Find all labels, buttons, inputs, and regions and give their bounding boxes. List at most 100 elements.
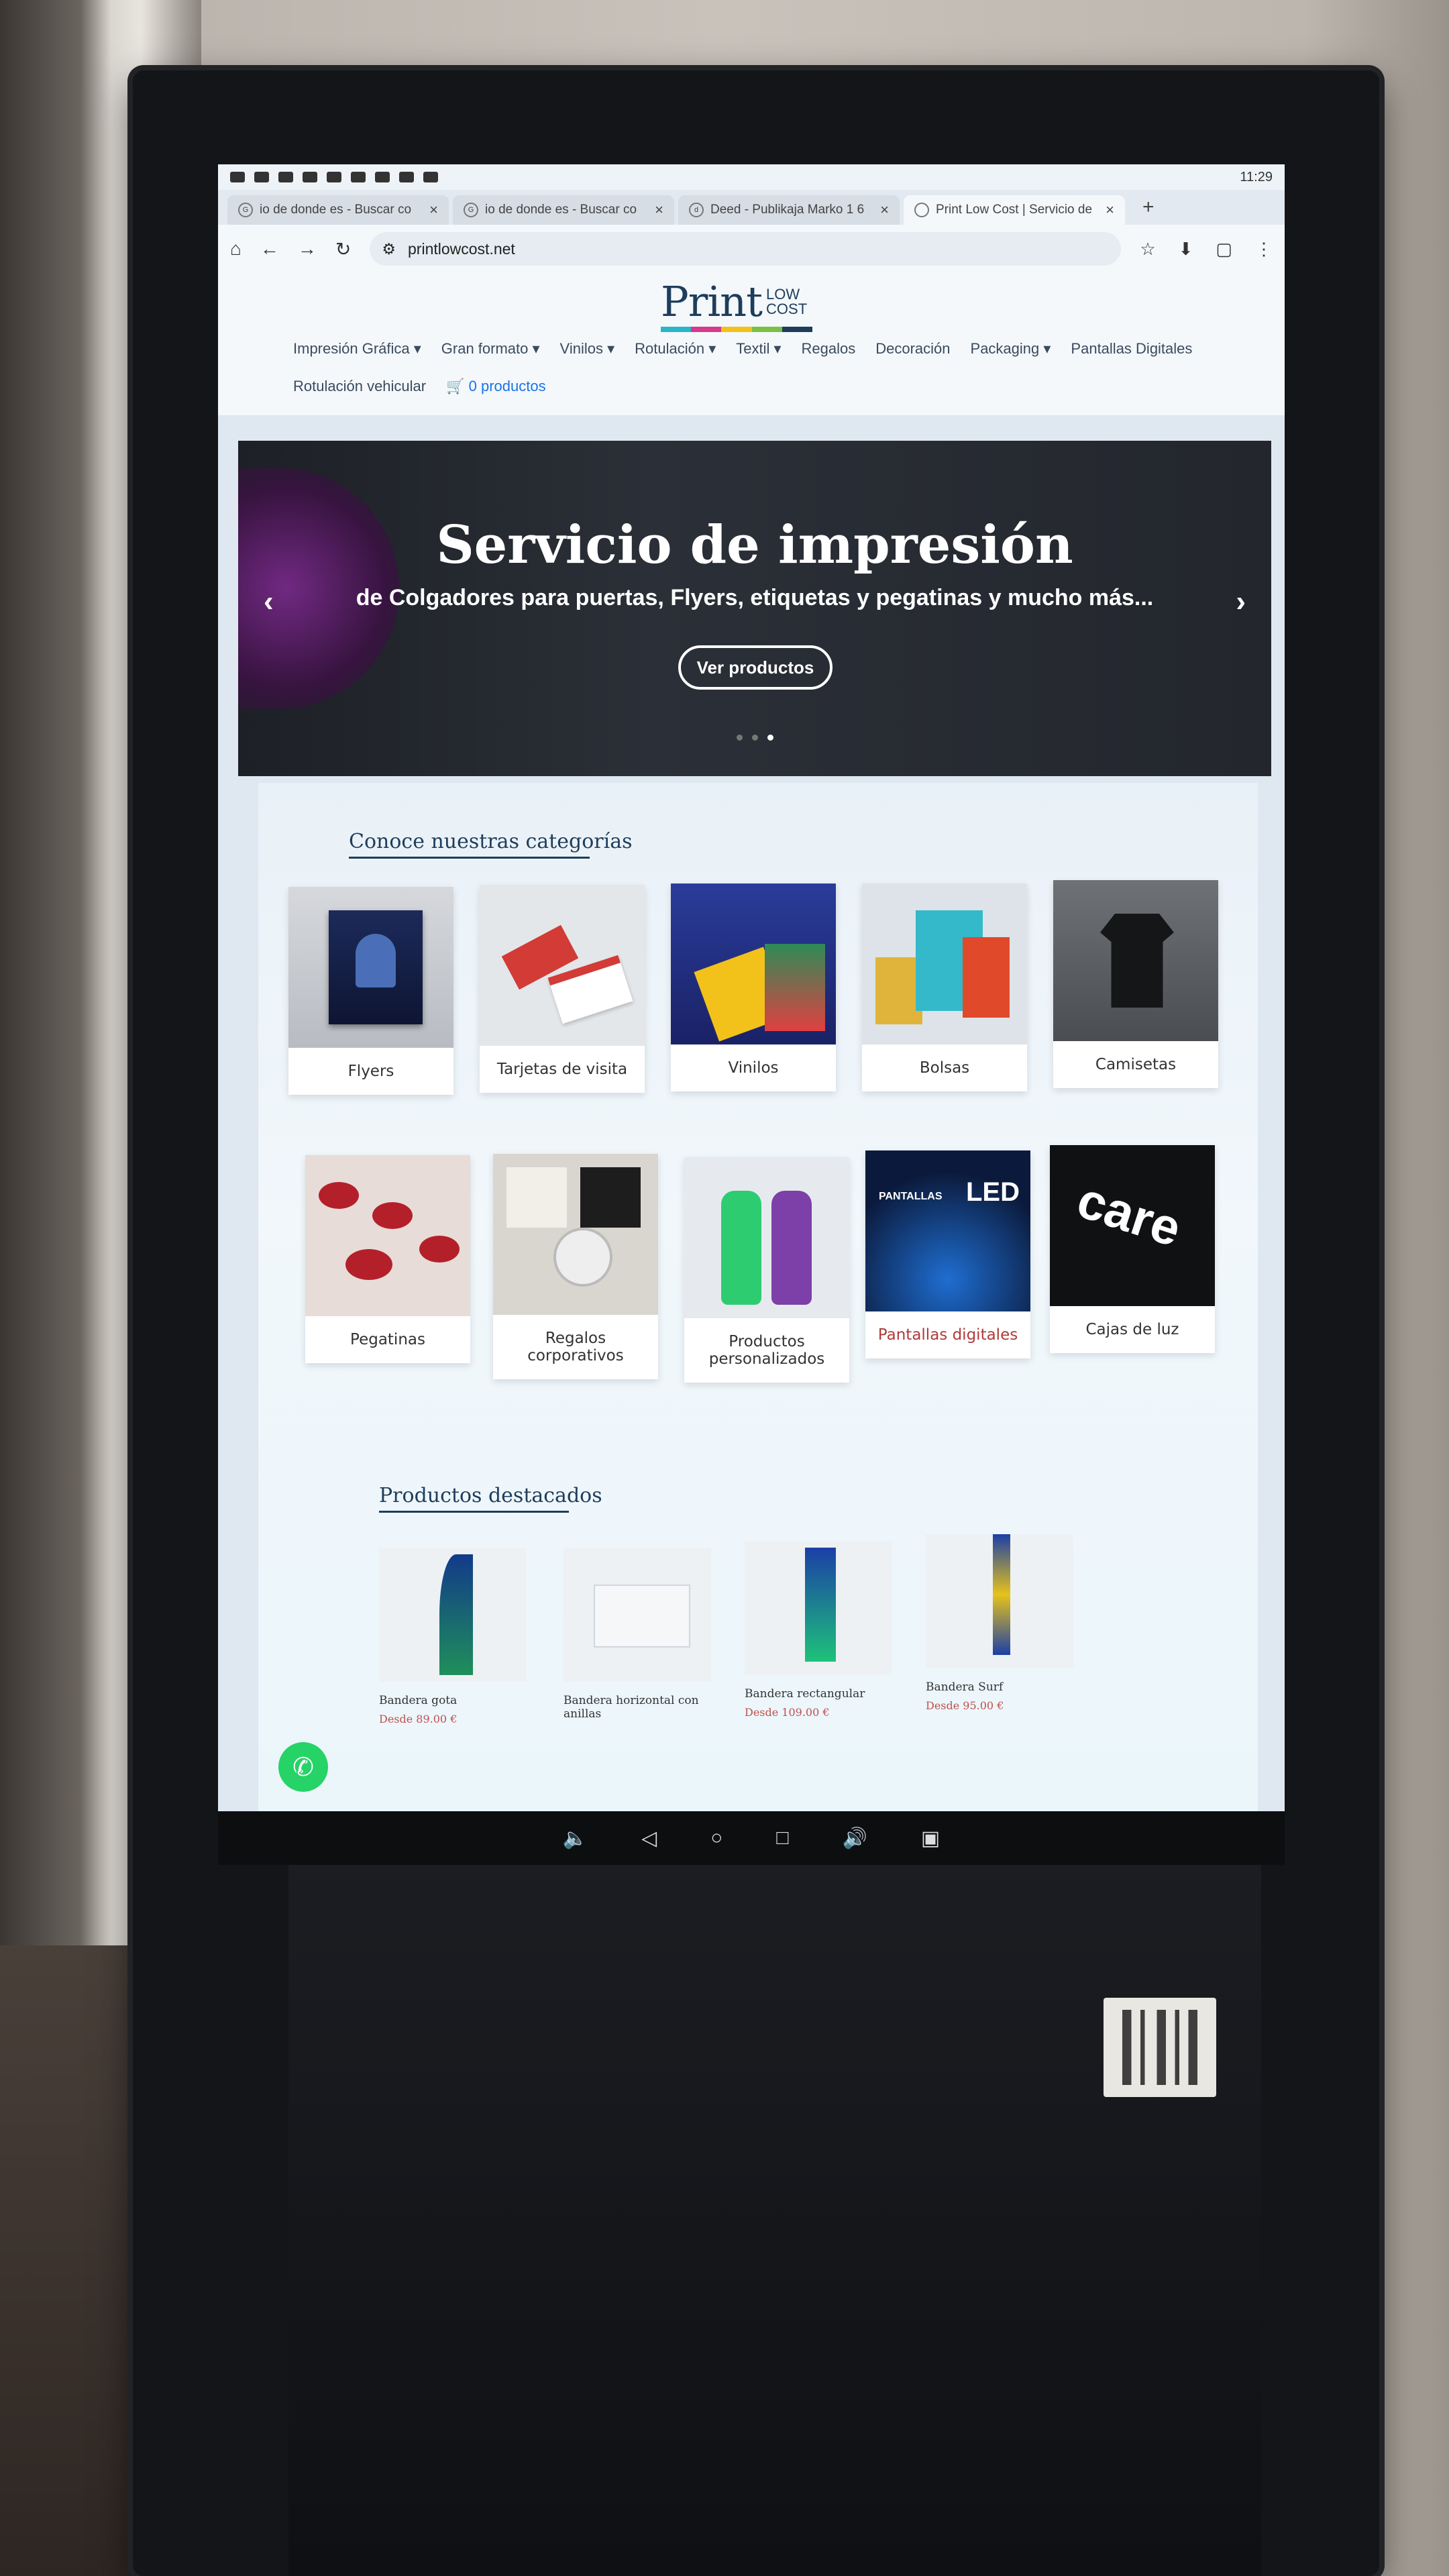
category-regalos-corporativos[interactable]: Regalos corporativos (493, 1154, 658, 1379)
download-icon[interactable]: ⬇ (1179, 239, 1193, 260)
home-nav-icon[interactable]: ○ (710, 1827, 722, 1849)
slide-dot[interactable] (751, 735, 758, 741)
screenshot-icon[interactable]: ▣ (921, 1827, 940, 1850)
nav-regalos[interactable]: Regalos (802, 340, 856, 358)
category-label: Regalos corporativos (527, 1330, 624, 1364)
business-cards-image (480, 885, 645, 1046)
site-logo[interactable]: Print LOW COST (661, 277, 807, 326)
kiosk-screen: 11:29 Gio de donde es - Buscar co × Gio d… (218, 164, 1285, 1865)
nav-pantallas-digitales[interactable]: Pantallas Digitales (1071, 340, 1192, 358)
close-icon[interactable]: × (880, 201, 889, 219)
new-tab-button[interactable]: + (1129, 196, 1168, 219)
logo-color-bar (661, 327, 813, 332)
slide-dot-active[interactable] (767, 735, 773, 741)
recents-nav-icon[interactable]: □ (776, 1827, 788, 1849)
tab-2[interactable]: Gio de donde es - Buscar co × (453, 195, 674, 225)
close-icon[interactable]: × (429, 201, 438, 219)
hero-title: Servicio de impresión (436, 515, 1073, 576)
product-image (926, 1534, 1073, 1668)
category-cajas-de-luz[interactable]: care Cajas de luz (1050, 1145, 1215, 1353)
nav-impresion-grafica[interactable]: Impresión Gráfica ▾ (293, 340, 421, 358)
next-slide-icon[interactable]: › (1236, 585, 1246, 619)
tab-count-icon[interactable]: ▢ (1216, 239, 1232, 260)
back-nav-icon[interactable]: ◁ (641, 1827, 657, 1850)
product-name: Bandera gota (379, 1694, 458, 1707)
status-bar: 11:29 (218, 164, 1285, 190)
product-card[interactable]: Bandera gota Desde 89.00 € (379, 1548, 527, 1725)
whatsapp-icon[interactable]: ✆ (278, 1742, 328, 1792)
logo-low: LOW (766, 286, 800, 303)
close-icon[interactable]: × (655, 201, 663, 219)
forward-icon[interactable]: → (298, 238, 317, 260)
cart-link[interactable]: 🛒 0 productos (446, 378, 545, 395)
corporate-gifts-image (493, 1154, 658, 1315)
tab-4[interactable]: Print Low Cost | Servicio de × (904, 195, 1125, 225)
home-icon[interactable]: ⌂ (230, 238, 241, 260)
category-label: Productos personalizados (708, 1333, 825, 1368)
menu-icon[interactable]: ⋮ (1255, 239, 1273, 260)
close-icon[interactable]: × (1106, 201, 1114, 219)
category-label: Vinilos (728, 1059, 779, 1077)
product-name: Bandera Surf (926, 1680, 1004, 1694)
site-header: Print LOW COST Impresión Gráfica ▾ Gran f… (218, 273, 1285, 415)
ver-productos-button[interactable]: Ver productos (678, 645, 833, 690)
product-name: Bandera rectangular (745, 1687, 865, 1701)
care-image-text: care (1070, 1171, 1188, 1258)
bookmark-star-icon[interactable]: ☆ (1140, 239, 1155, 260)
nav-rotulacion-vehicular[interactable]: Rotulación vehicular (293, 378, 426, 395)
tab-1[interactable]: Gio de donde es - Buscar co × (227, 195, 449, 225)
category-pegatinas[interactable]: Pegatinas (305, 1155, 470, 1363)
stickers-image (305, 1155, 470, 1316)
pantallas-image-text: PANTALLAS (879, 1191, 943, 1202)
prev-slide-icon[interactable]: ‹ (264, 585, 274, 619)
category-label: Bolsas (919, 1059, 970, 1077)
category-bolsas[interactable]: Bolsas (862, 883, 1027, 1091)
category-label: Flyers (347, 1063, 394, 1080)
kiosk-lower-panel (288, 1865, 1261, 2576)
reload-icon[interactable]: ↻ (335, 238, 351, 260)
category-flyers[interactable]: Flyers (288, 887, 453, 1095)
nav-vinilos[interactable]: Vinilos ▾ (560, 340, 615, 358)
category-camisetas[interactable]: Camisetas (1053, 880, 1218, 1088)
category-label: Cajas de luz (1085, 1321, 1179, 1338)
category-label: Pegatinas (350, 1331, 425, 1348)
product-card[interactable]: Bandera horizontal con anillas (564, 1548, 711, 1726)
product-image (564, 1548, 711, 1682)
categories-heading: Conoce nuestras categorías (349, 830, 633, 859)
tab-3[interactable]: d Deed - Publikaja Marko 1 6 × (678, 195, 900, 225)
nav-textil[interactable]: Textil ▾ (736, 340, 781, 358)
category-vinilos[interactable]: Vinilos (671, 883, 836, 1091)
vinyl-printer-image (671, 883, 836, 1044)
light-box-image: care (1050, 1145, 1215, 1306)
category-productos-personalizados[interactable]: Productos personalizados (684, 1157, 849, 1383)
category-label: Pantallas digitales (877, 1326, 1018, 1344)
nav-gran-formato[interactable]: Gran formato ▾ (441, 340, 540, 358)
product-image (379, 1548, 527, 1682)
category-tarjetas[interactable]: Tarjetas de visita (480, 885, 645, 1093)
google-icon: G (464, 203, 478, 217)
bags-image (862, 883, 1027, 1044)
nav-decoracion[interactable]: Decoración (875, 340, 950, 358)
product-price: Desde 109.00 € (745, 1706, 830, 1719)
slide-dot[interactable] (736, 735, 743, 741)
category-label: Tarjetas de visita (496, 1061, 628, 1078)
back-icon[interactable]: ← (260, 238, 279, 260)
logo-cost: COST (766, 301, 808, 317)
nav-packaging[interactable]: Packaging ▾ (971, 340, 1051, 358)
notification-icons (230, 172, 438, 182)
product-price: Desde 95.00 € (926, 1699, 1004, 1712)
site-info-icon[interactable]: ⚙ (382, 240, 396, 258)
flyers-image (288, 887, 453, 1048)
hero-slider: Servicio de impresión de Colgadores para… (238, 441, 1271, 776)
volume-down-icon[interactable]: 🔈 (563, 1827, 588, 1850)
product-card[interactable]: Bandera rectangular Desde 109.00 € (745, 1541, 892, 1719)
category-pantallas-digitales[interactable]: PANTALLAS LED Pantallas digitales (865, 1150, 1030, 1358)
slider-dots (238, 735, 1271, 741)
main-nav: Impresión Gráfica ▾ Gran formato ▾ Vinil… (293, 340, 1258, 395)
url-text: printlowcost.net (408, 239, 515, 258)
product-card[interactable]: Bandera Surf Desde 95.00 € (926, 1534, 1073, 1712)
address-bar[interactable]: ⚙ printlowcost.net (370, 232, 1122, 266)
featured-products-heading: Productos destacados (379, 1484, 602, 1513)
nav-rotulacion[interactable]: Rotulación ▾ (635, 340, 716, 358)
volume-up-icon[interactable]: 🔊 (842, 1827, 867, 1850)
